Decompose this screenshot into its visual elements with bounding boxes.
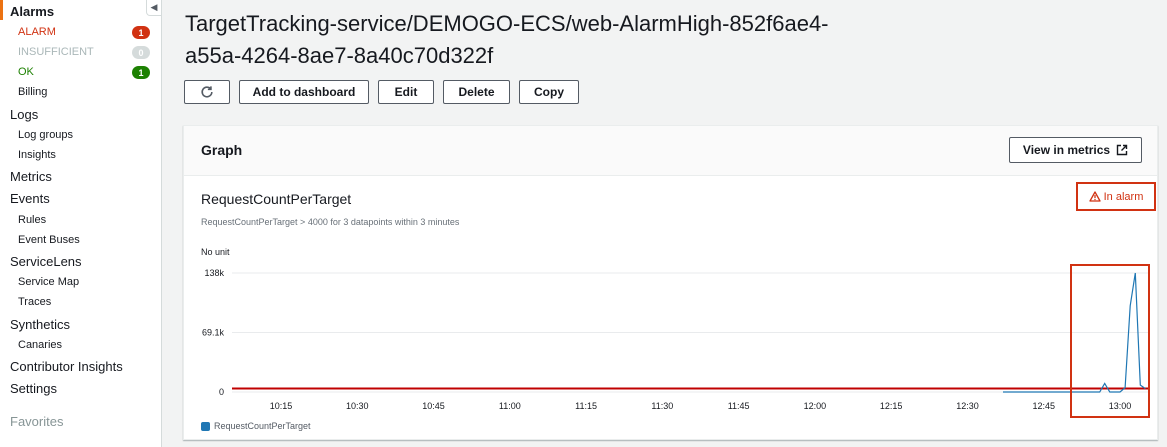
page-title: TargetTracking-service/DEMOGO-ECS/web-Al… — [185, 8, 885, 72]
collapse-sidebar-icon[interactable]: ◀ — [146, 0, 162, 16]
sidebar-item-servicelens[interactable]: ServiceLens — [10, 254, 82, 269]
x-tick-label: 10:30 — [346, 401, 369, 411]
sidebar-item-event-buses[interactable]: Event Buses — [18, 234, 80, 246]
sidebar-item-events[interactable]: Events — [10, 191, 50, 206]
legend-label: RequestCountPerTarget — [214, 421, 311, 431]
alarm-count-badge: 1 — [132, 26, 150, 39]
x-tick-label: 11:00 — [499, 401, 521, 411]
y-tick-label: 0 — [219, 387, 224, 397]
sidebar-item-insufficient-state[interactable]: INSUFFICIENT — [18, 46, 94, 58]
sidebar-item-contributor-insights[interactable]: Contributor Insights — [10, 359, 123, 374]
sidebar-item-settings[interactable]: Settings — [10, 381, 57, 396]
x-tick-label: 11:15 — [575, 401, 597, 411]
graph-panel: Graph View in metrics RequestCountPerTar… — [183, 125, 1158, 440]
x-tick-label: 12:15 — [880, 401, 903, 411]
sidebar-item-logs[interactable]: Logs — [10, 107, 38, 122]
page-title-line1: TargetTracking-service/DEMOGO-ECS/web-Al… — [185, 11, 829, 36]
alarm-state-label: In alarm — [1103, 190, 1144, 203]
copy-button[interactable]: Copy — [519, 80, 579, 104]
sidebar-item-insights[interactable]: Insights — [18, 149, 56, 161]
x-tick-label: 13:00 — [1109, 401, 1132, 411]
spike-highlight-box — [1070, 264, 1150, 418]
y-tick-label: 138k — [204, 268, 224, 278]
sidebar-item-rules[interactable]: Rules — [18, 214, 46, 226]
sidebar-item-traces[interactable]: Traces — [18, 296, 51, 308]
refresh-icon — [201, 86, 213, 98]
metric-name: RequestCountPerTarget — [201, 191, 352, 207]
x-tick-label: 12:00 — [804, 401, 827, 411]
view-in-metrics-button[interactable]: View in metrics — [1009, 137, 1142, 163]
x-tick-label: 12:30 — [956, 401, 979, 411]
graph-panel-header: Graph View in metrics — [184, 126, 1157, 176]
warning-icon — [1088, 191, 1101, 202]
sidebar-item-metrics[interactable]: Metrics — [10, 169, 52, 184]
sidebar-item-ok-state[interactable]: OK — [18, 66, 34, 78]
x-tick-label: 12:45 — [1032, 401, 1055, 411]
sidebar-item-service-map[interactable]: Service Map — [18, 276, 79, 288]
sidebar: ◀ Alarms ALARM 1 INSUFFICIENT 0 OK 1 Bil… — [0, 0, 162, 447]
x-tick-label: 10:15 — [270, 401, 293, 411]
alarm-condition: RequestCountPerTarget > 4000 for 3 datap… — [201, 217, 460, 227]
external-link-icon — [1116, 144, 1128, 156]
sidebar-item-synthetics[interactable]: Synthetics — [10, 317, 70, 332]
x-tick-label: 10:45 — [422, 401, 445, 411]
alarm-state-indicator: In alarm — [1076, 182, 1156, 211]
y-axis-unit: No unit — [201, 247, 230, 257]
y-tick-label: 69.1k — [202, 328, 225, 338]
legend-swatch — [201, 421, 210, 431]
page-title-line2: a55a-4264-8ae7-8a40c70d322f — [185, 43, 494, 68]
chart-legend[interactable]: RequestCountPerTarget — [201, 421, 311, 431]
active-indicator — [0, 0, 3, 20]
metric-chart: No unit 0 69.1k 138k 10:15 10:30 10:45 11:00 11:… — [201, 247, 1150, 418]
insufficient-count-badge: 0 — [132, 46, 150, 59]
view-in-metrics-label: View in metrics — [1022, 143, 1111, 157]
x-tick-label: 11:45 — [728, 401, 750, 411]
delete-button[interactable]: Delete — [443, 80, 510, 104]
sidebar-item-alarms[interactable]: Alarms — [10, 4, 54, 19]
x-tick-label: 11:30 — [651, 401, 673, 411]
sidebar-item-alarm-state[interactable]: ALARM — [18, 26, 56, 38]
graph-panel-title: Graph — [201, 142, 243, 158]
sidebar-favorites-heading: Favorites — [10, 414, 64, 429]
edit-button[interactable]: Edit — [378, 80, 434, 104]
sidebar-item-canaries[interactable]: Canaries — [18, 339, 62, 351]
sidebar-item-billing[interactable]: Billing — [18, 86, 47, 98]
add-to-dashboard-button[interactable]: Add to dashboard — [239, 80, 369, 104]
refresh-button[interactable] — [184, 80, 230, 104]
sidebar-item-log-groups[interactable]: Log groups — [18, 129, 73, 141]
ok-count-badge: 1 — [132, 66, 150, 79]
